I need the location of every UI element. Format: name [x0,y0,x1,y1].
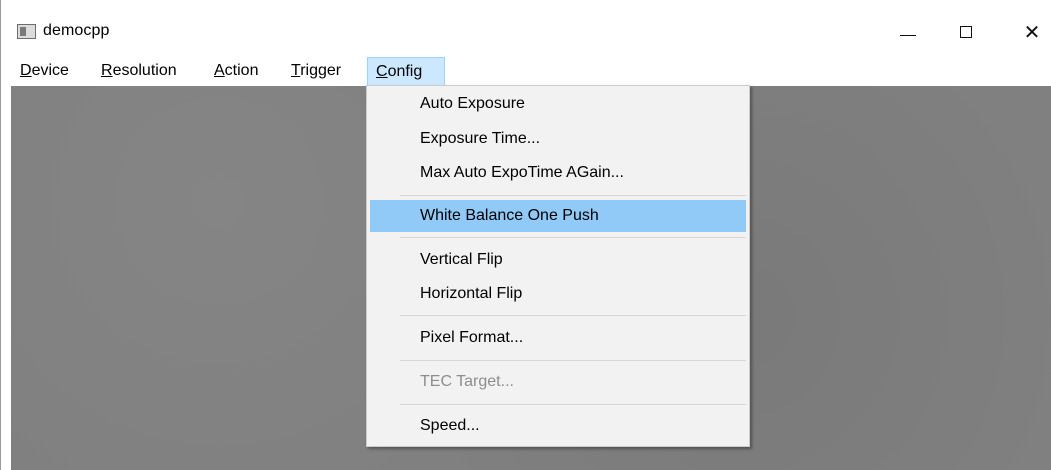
menu-action-rest: ction [224,62,259,79]
menu-item-speed[interactable]: Speed... [370,410,746,442]
menu-config[interactable]: Config [367,57,445,86]
menu-trigger[interactable]: Trigger [291,57,341,85]
menu-item-tec-target: TEC Target... [420,373,514,390]
menu-item-vertical-flip[interactable]: Vertical Flip [370,244,746,276]
menu-item-max-auto-expotime-again[interactable]: Max Auto ExpoTime AGain... [370,157,746,189]
menu-resolution[interactable]: Resolution [101,57,177,85]
minimize-button[interactable] [885,14,931,50]
maximize-button[interactable] [943,14,989,50]
menu-item-auto-exposure[interactable]: Auto Exposure [370,88,746,120]
config-dropdown-menu: Auto Exposure Exposure Time... Max Auto … [366,85,750,447]
menu-bar: Device Resolution Action Trigger Config [1,57,1051,86]
menu-item-horizontal-flip[interactable]: Horizontal Flip [370,278,746,310]
close-button[interactable]: ✕ [1009,14,1051,50]
menu-separator [400,237,746,238]
app-window-icon [17,24,36,39]
title-bar[interactable]: democpp ✕ [1,0,1051,60]
menu-item-exposure-time[interactable]: Exposure Time... [370,123,746,155]
menu-action[interactable]: Action [214,57,258,85]
menu-config-rest: onfig [387,63,423,80]
window-title: democpp [43,22,110,39]
menu-trigger-rest: rigger [300,62,342,79]
maximize-icon [960,26,972,38]
menu-item-pixel-format[interactable]: Pixel Format... [370,322,746,354]
app-window: democpp ✕ Device Resolution Action Trigg… [0,0,1051,470]
menu-separator [400,404,746,405]
close-icon: ✕ [1023,20,1041,44]
menu-device[interactable]: Device [20,57,69,85]
menu-resolution-rest: esolution [112,62,177,79]
menu-item-white-balance-one-push[interactable]: White Balance One Push [370,200,746,232]
menu-separator [400,195,746,196]
menu-device-rest: evice [31,62,69,79]
minimize-icon [900,34,916,36]
menu-separator [400,315,746,316]
menu-separator [400,360,746,361]
